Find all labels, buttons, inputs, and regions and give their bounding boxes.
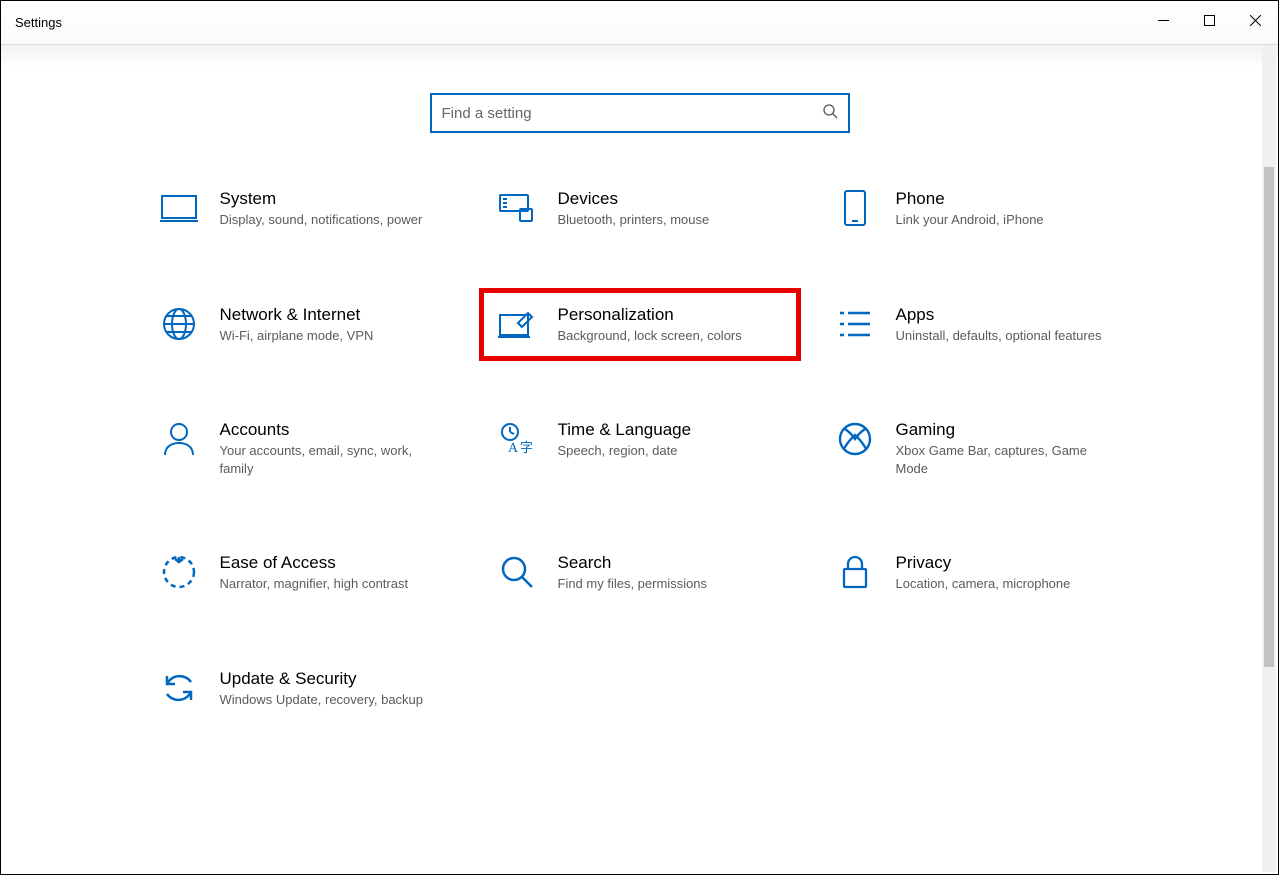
window-controls: [1140, 1, 1278, 44]
maximize-button[interactable]: [1186, 1, 1232, 39]
category-desc: Uninstall, defaults, optional features: [896, 327, 1120, 345]
category-system[interactable]: System Display, sound, notifications, po…: [152, 183, 452, 235]
category-title: Gaming: [896, 420, 1120, 440]
category-personalization[interactable]: Personalization Background, lock screen,…: [490, 299, 790, 351]
phone-icon: [836, 189, 874, 227]
category-devices[interactable]: Devices Bluetooth, printers, mouse: [490, 183, 790, 235]
category-privacy[interactable]: Privacy Location, camera, microphone: [828, 547, 1128, 599]
system-icon: [160, 189, 198, 227]
category-update-security[interactable]: Update & Security Windows Update, recove…: [152, 663, 452, 715]
category-title: Devices: [558, 189, 782, 209]
category-title: Accounts: [220, 420, 444, 440]
category-desc: Location, camera, microphone: [896, 575, 1120, 593]
category-apps[interactable]: Apps Uninstall, defaults, optional featu…: [828, 299, 1128, 351]
close-button[interactable]: [1232, 1, 1278, 39]
category-time-language[interactable]: A字 Time & Language Speech, region, date: [490, 414, 790, 483]
category-grid: System Display, sound, notifications, po…: [1, 183, 1278, 714]
apps-icon: [836, 305, 874, 343]
scrollbar-thumb[interactable]: [1264, 167, 1274, 667]
category-title: Personalization: [558, 305, 782, 325]
header-shadow: [1, 45, 1278, 69]
category-desc: Background, lock screen, colors: [558, 327, 782, 345]
category-desc: Xbox Game Bar, captures, Game Mode: [896, 442, 1120, 477]
sync-icon: [160, 669, 198, 707]
category-desc: Wi-Fi, airplane mode, VPN: [220, 327, 444, 345]
xbox-icon: [836, 420, 874, 458]
lock-icon: [836, 553, 874, 591]
category-desc: Bluetooth, printers, mouse: [558, 211, 782, 229]
category-title: System: [220, 189, 444, 209]
category-title: Privacy: [896, 553, 1120, 573]
person-icon: [160, 420, 198, 458]
search-container: [1, 93, 1278, 133]
category-title: Apps: [896, 305, 1120, 325]
category-title: Ease of Access: [220, 553, 444, 573]
category-desc: Speech, region, date: [558, 442, 782, 460]
magnifier-icon: [498, 553, 536, 591]
search-icon: [822, 103, 838, 124]
category-desc: Your accounts, email, sync, work, family: [220, 442, 444, 477]
svg-text:A: A: [508, 441, 519, 456]
category-search[interactable]: Search Find my files, permissions: [490, 547, 790, 599]
time-language-icon: A字: [498, 420, 536, 458]
category-accounts[interactable]: Accounts Your accounts, email, sync, wor…: [152, 414, 452, 483]
category-title: Network & Internet: [220, 305, 444, 325]
devices-icon: [498, 189, 536, 227]
category-title: Update & Security: [220, 669, 444, 689]
scrollbar[interactable]: [1262, 47, 1276, 872]
category-title: Phone: [896, 189, 1120, 209]
category-ease-of-access[interactable]: Ease of Access Narrator, magnifier, high…: [152, 547, 452, 599]
globe-icon: [160, 305, 198, 343]
category-desc: Narrator, magnifier, high contrast: [220, 575, 444, 593]
svg-text:字: 字: [520, 440, 533, 455]
minimize-button[interactable]: [1140, 1, 1186, 39]
personalization-icon: [498, 305, 536, 343]
category-title: Search: [558, 553, 782, 573]
title-bar: Settings: [1, 1, 1278, 45]
category-desc: Link your Android, iPhone: [896, 211, 1120, 229]
search-input[interactable]: [442, 105, 822, 122]
category-desc: Find my files, permissions: [558, 575, 782, 593]
category-desc: Display, sound, notifications, power: [220, 211, 444, 229]
ease-of-access-icon: [160, 553, 198, 591]
category-gaming[interactable]: Gaming Xbox Game Bar, captures, Game Mod…: [828, 414, 1128, 483]
category-network[interactable]: Network & Internet Wi-Fi, airplane mode,…: [152, 299, 452, 351]
category-phone[interactable]: Phone Link your Android, iPhone: [828, 183, 1128, 235]
search-box[interactable]: [430, 93, 850, 133]
window-title: Settings: [15, 15, 62, 30]
category-title: Time & Language: [558, 420, 782, 440]
category-desc: Windows Update, recovery, backup: [220, 691, 444, 709]
